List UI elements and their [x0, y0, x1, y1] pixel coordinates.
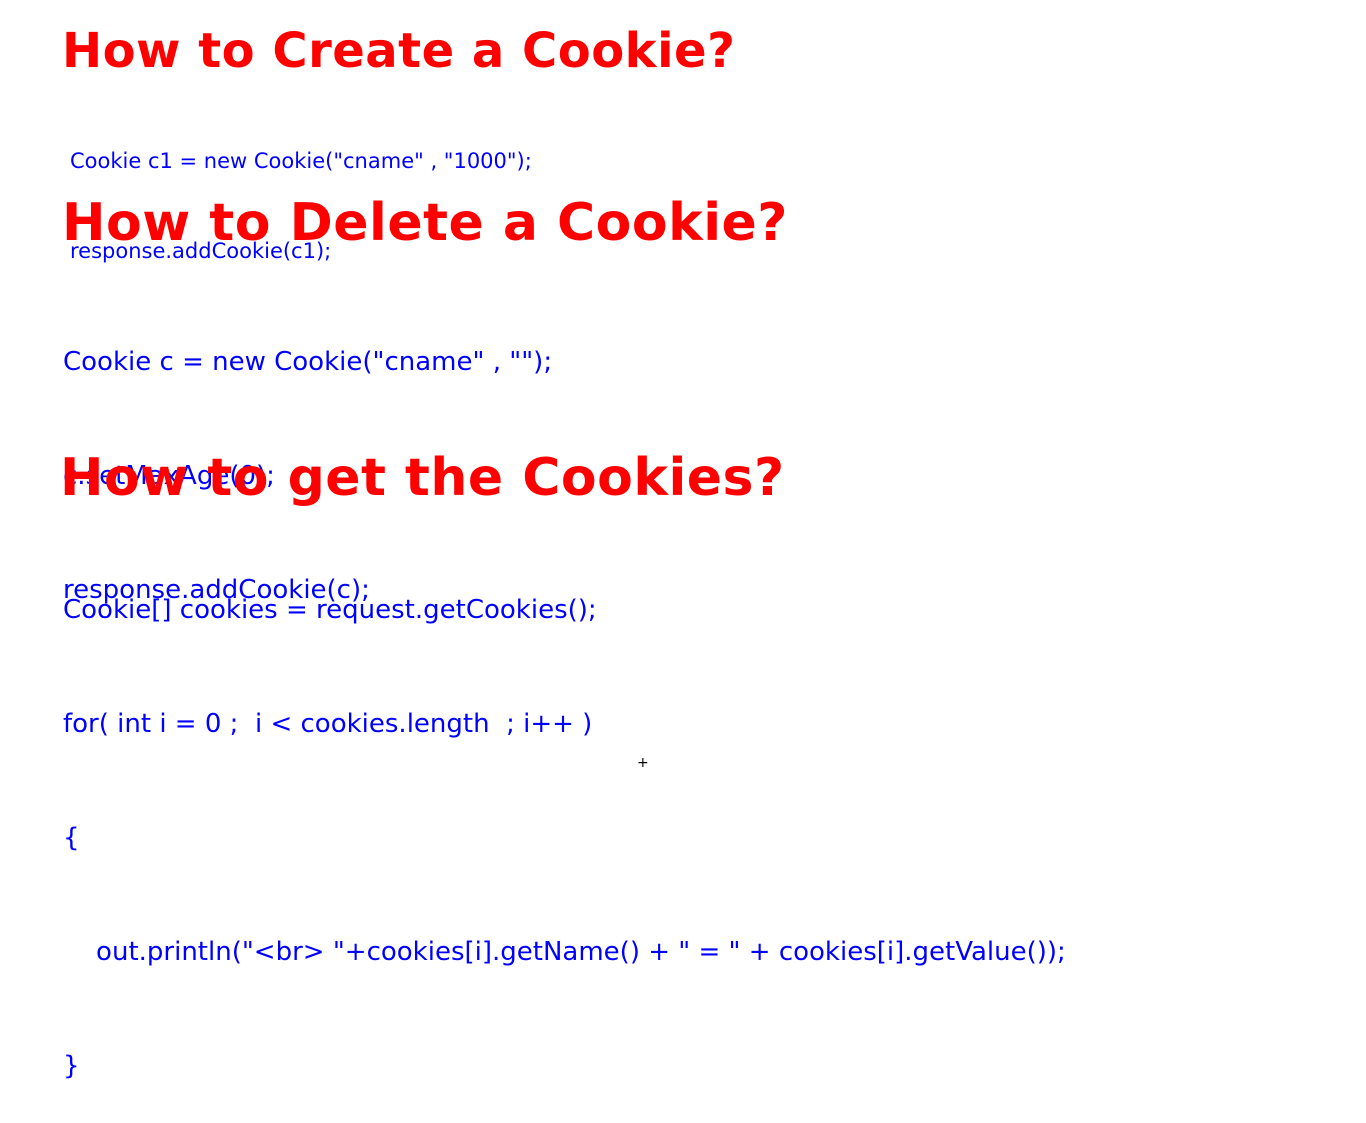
code-line: Cookie c = new Cookie("cname" , "");	[63, 347, 553, 377]
code-line: {	[63, 823, 80, 853]
code-line: for( int i = 0 ; i < cookies.length ; i+…	[63, 709, 593, 739]
heading-create-cookie: How to Create a Cookie?	[62, 23, 736, 79]
code-block-get-cookies: Cookie[] cookies = request.getCookies();…	[63, 515, 1066, 1123]
code-line: out.println("<br> "+cookies[i].getName()…	[63, 937, 1066, 967]
code-line: Cookie c1 = new Cookie("cname" , "1000")…	[70, 149, 532, 173]
heading-delete-cookie: How to Delete a Cookie?	[62, 193, 788, 253]
heading-get-cookies: How to get the Cookies?	[60, 448, 785, 508]
code-line: Cookie[] cookies = request.getCookies();	[63, 595, 597, 625]
code-line: }	[63, 1051, 80, 1081]
